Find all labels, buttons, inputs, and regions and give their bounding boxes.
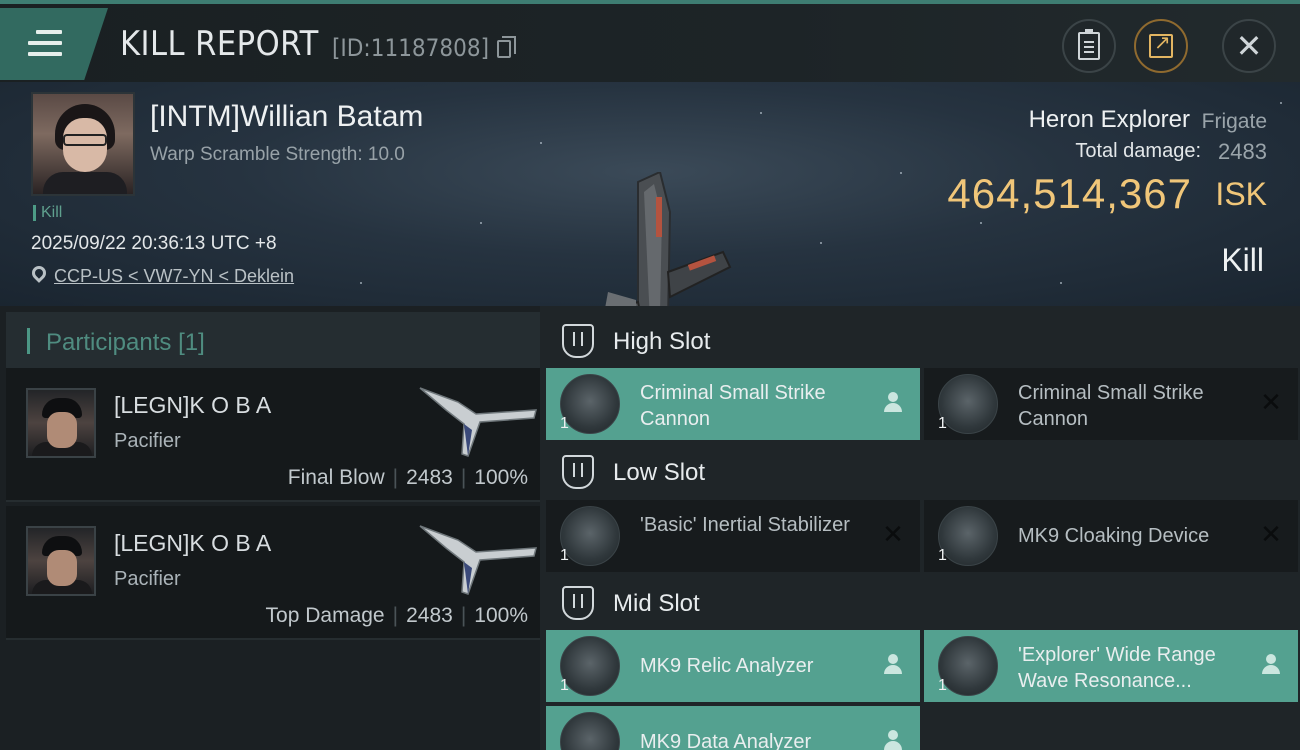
report-button[interactable] xyxy=(1062,19,1116,73)
fitting-panel: High Slot 1 Criminal Small Strike Cannon… xyxy=(540,306,1300,750)
kill-location-link[interactable]: CCP-US < VW7-YN < Deklein xyxy=(54,266,294,287)
module-qty: 1 xyxy=(938,547,947,564)
module-name: 'Basic' Inertial Stabilizer xyxy=(640,514,850,536)
stabilizer-icon xyxy=(560,506,620,566)
isk-unit: ISK xyxy=(1215,176,1267,212)
close-button[interactable]: ✕ xyxy=(1222,19,1276,73)
module-name: Criminal Small Strike Cannon xyxy=(1018,382,1204,430)
kill-datetime: 2025/09/22 20:36:13 UTC +8 xyxy=(31,233,277,254)
total-damage-value: 2483 xyxy=(1218,139,1267,164)
participant-damage: 2483 xyxy=(406,466,453,489)
module-qty: 1 xyxy=(560,547,569,564)
participant-ship-image xyxy=(419,525,537,595)
x-icon: ✕ xyxy=(1260,520,1282,550)
person-icon xyxy=(882,392,904,414)
mid-slot-title: Mid Slot xyxy=(613,590,700,617)
share-icon xyxy=(1149,30,1173,58)
module-item[interactable]: 1 MK9 Relic Analyzer xyxy=(546,630,920,702)
participants-panel: Participants [1] [LEGN]K O B A Pacifier … xyxy=(0,306,540,750)
module-name: MK9 Cloaking Device xyxy=(1018,525,1210,547)
participant-name: [LEGN]K O B A xyxy=(114,530,272,556)
kill-type: Kill xyxy=(1221,242,1264,278)
slot-icon xyxy=(562,324,594,358)
share-button[interactable] xyxy=(1134,19,1188,73)
scanner-probe-launcher-icon xyxy=(938,636,998,696)
participant-role: Top Damage xyxy=(265,604,385,627)
slot-icon xyxy=(562,586,594,620)
cloaking-device-icon xyxy=(938,506,998,566)
victim-summary: [INTM]Willian Batam Warp Scramble Streng… xyxy=(0,82,1300,306)
person-icon xyxy=(882,730,904,750)
module-item[interactable]: 1 Criminal Small Strike Cannon ✕ xyxy=(924,368,1298,440)
victim-ship-image xyxy=(605,172,732,306)
slot-icon xyxy=(562,455,594,489)
participant-damage: 2483 xyxy=(406,604,453,627)
module-item[interactable]: 1 'Basic' Inertial Stabilizer ✕ xyxy=(546,500,920,572)
module-item[interactable]: MK9 Data Analyzer xyxy=(546,706,920,750)
victim-ship-name[interactable]: Heron Explorer xyxy=(1029,106,1190,134)
x-icon: ✕ xyxy=(882,520,904,550)
report-icon xyxy=(1078,29,1100,60)
isk-value: 464,514,367 xyxy=(947,170,1192,217)
module-item[interactable]: 1 Criminal Small Strike Cannon xyxy=(546,368,920,440)
victim-ship-class: Frigate xyxy=(1201,110,1267,133)
copy-icon[interactable] xyxy=(497,36,516,58)
top-bar: KILL REPORT [ID:11187808] ✕ xyxy=(0,0,1300,82)
participant-card[interactable]: [LEGN]K O B A Pacifier Final Blow | 2483 | 1… xyxy=(6,368,540,502)
cannon-icon xyxy=(938,374,998,434)
close-icon: ✕ xyxy=(1235,28,1263,64)
module-name: MK9 Data Analyzer xyxy=(640,731,812,750)
participants-title: Participants xyxy=(46,329,172,356)
data-analyzer-icon xyxy=(560,712,620,750)
module-name: 'Explorer' Wide Range Wave Resonance... xyxy=(1018,644,1216,692)
report-id: [ID:11187808] xyxy=(332,34,490,62)
participant-avatar xyxy=(26,526,96,596)
high-slot-title: High Slot xyxy=(613,328,711,355)
participant-ship-image xyxy=(419,387,537,457)
victim-avatar[interactable] xyxy=(31,92,135,196)
module-name: MK9 Relic Analyzer xyxy=(640,655,814,677)
participant-name: [LEGN]K O B A xyxy=(114,392,272,418)
cannon-icon xyxy=(560,374,620,434)
low-slot-header: Low Slot xyxy=(540,441,1300,501)
total-damage-label: Total damage: xyxy=(1075,140,1201,162)
module-item[interactable]: 1 MK9 Cloaking Device ✕ xyxy=(924,500,1298,572)
participant-avatar xyxy=(26,388,96,458)
participant-card[interactable]: [LEGN]K O B A Pacifier Top Damage | 2483 | 1… xyxy=(6,506,540,640)
x-icon: ✕ xyxy=(1260,388,1282,418)
kill-tag: Kill xyxy=(33,205,62,221)
participant-ship: Pacifier xyxy=(114,430,181,452)
high-slot-header: High Slot xyxy=(540,310,1300,370)
participant-percent: 100% xyxy=(474,604,528,627)
participant-role: Final Blow xyxy=(287,466,385,489)
module-qty: 1 xyxy=(560,677,569,694)
participant-percent: 100% xyxy=(474,466,528,489)
module-item[interactable]: 1 'Explorer' Wide Range Wave Resonance..… xyxy=(924,630,1298,702)
module-name: Criminal Small Strike Cannon xyxy=(640,382,826,430)
low-slot-title: Low Slot xyxy=(613,459,706,486)
module-qty: 1 xyxy=(560,415,569,432)
person-icon xyxy=(1260,654,1282,676)
participants-header: Participants [1] xyxy=(6,312,540,368)
person-icon xyxy=(882,654,904,676)
participants-count: [1] xyxy=(178,329,205,356)
participant-ship: Pacifier xyxy=(114,568,181,590)
victim-name[interactable]: [INTM]Willian Batam xyxy=(150,100,423,134)
menu-icon xyxy=(28,30,62,63)
relic-analyzer-icon xyxy=(560,636,620,696)
module-qty: 1 xyxy=(938,415,947,432)
page-title: KILL REPORT xyxy=(120,24,319,64)
module-qty: 1 xyxy=(938,677,947,694)
warp-scramble-strength: Warp Scramble Strength: 10.0 xyxy=(150,144,405,165)
location-pin-icon xyxy=(29,263,49,283)
menu-button[interactable] xyxy=(0,8,108,80)
mid-slot-header: Mid Slot xyxy=(540,572,1300,632)
